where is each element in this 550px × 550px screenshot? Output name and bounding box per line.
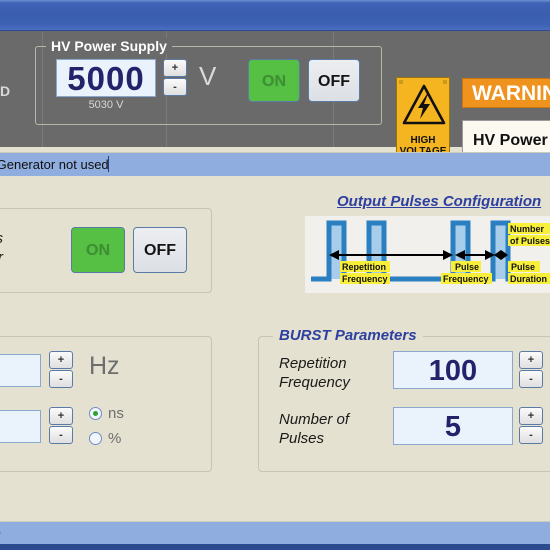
annot-number-of-pulses-l2: of Pulses xyxy=(510,236,550,246)
annot-pulse-frequency-l1: Pulse xyxy=(455,262,479,272)
annot-repetition-frequency-l1: Repetition xyxy=(342,262,386,272)
annot-repetition-frequency-l2: Frequency xyxy=(342,274,388,284)
header-partial-left-label: D xyxy=(0,83,11,99)
warning-banner: WARNING xyxy=(462,78,550,108)
pulses-generator-off-button[interactable]: OFF xyxy=(133,227,187,273)
output-pulses-waveform-diagram: Repetition Frequency Pulse Frequency Num… xyxy=(305,216,550,293)
hv-power-on-button[interactable]: ON xyxy=(248,59,300,102)
pulse-duration-decrement-button[interactable]: - xyxy=(49,426,73,444)
output-pulses-configuration-title: Output Pulses Configuration xyxy=(337,193,542,210)
pulse-frequency-unit-label: Hz xyxy=(89,352,120,380)
pulse-duration-unit-percent-radio[interactable]: % xyxy=(89,430,121,447)
window-bottom-edge xyxy=(0,544,550,550)
pulse-frequency-group: 1000 + - Hz 1000 + - ns % xyxy=(0,336,212,472)
pulse-waveform-svg: Repetition Frequency Pulse Frequency Num… xyxy=(311,220,550,284)
status-strip: Pulses Generator not used xyxy=(0,152,550,177)
pulse-duration-increment-button[interactable]: + xyxy=(49,407,73,425)
pulses-generator-group: Pulses Generator ON OFF xyxy=(0,208,212,293)
burst-number-of-pulses-label-l2: Pulses xyxy=(279,430,325,447)
burst-number-of-pulses-field[interactable]: 5 xyxy=(393,407,513,445)
pulse-frequency-increment-button[interactable]: + xyxy=(49,351,73,369)
burst-repetition-frequency-field[interactable]: 100 xyxy=(393,351,513,389)
radio-selected-icon xyxy=(89,407,102,420)
burst-number-of-pulses-decrement-button[interactable]: - xyxy=(519,426,543,444)
annot-pulse-duration-l2: Duration xyxy=(510,274,547,284)
pulse-duration-field[interactable]: 1000 xyxy=(0,410,41,443)
pulse-frequency-decrement-button[interactable]: - xyxy=(49,370,73,388)
burst-repetition-frequency-label: Repetition Frequency xyxy=(279,354,350,392)
repetition-frequency-arrow xyxy=(329,250,453,260)
high-voltage-warning-sign: HIGH VOLTAGE xyxy=(396,77,450,163)
burst-repetition-frequency-increment-button[interactable]: + xyxy=(519,351,543,369)
status-caret xyxy=(108,156,109,172)
annot-number-of-pulses-l1: Number xyxy=(510,224,545,234)
annot-pulse-frequency-l2: Frequency xyxy=(443,274,489,284)
window-title-bar[interactable] xyxy=(0,0,550,31)
high-voltage-bolt-icon xyxy=(402,84,446,125)
hv-voltage-setpoint-field[interactable]: 5000 xyxy=(56,59,156,97)
hv-header-panel: D HV Power Supply 5000 5030 V + - V ON O… xyxy=(0,31,550,163)
burst-repetition-frequency-label-l2: Frequency xyxy=(279,374,350,391)
pulses-generator-label-line1: Pulses xyxy=(0,229,3,248)
burst-repetition-frequency-decrement-button[interactable]: - xyxy=(519,370,543,388)
pulses-generator-on-button[interactable]: ON xyxy=(71,227,125,273)
hv-voltage-decrement-button[interactable]: - xyxy=(163,78,187,96)
pulse-duration-unit-ns-radio[interactable]: ns xyxy=(89,405,124,422)
hv-voltage-increment-button[interactable]: + xyxy=(163,59,187,77)
pulse-duration-unit-percent-label: % xyxy=(108,430,122,447)
burst-number-of-pulses-label-l1: Number of xyxy=(279,411,350,428)
sign-line-1: HIGH xyxy=(410,135,436,146)
hv-voltage-readback-label: 5030 V xyxy=(88,99,124,111)
pulses-generator-label: Pulses Generator xyxy=(0,229,3,267)
burst-parameters-title: BURST Parameters xyxy=(273,327,423,344)
radio-unselected-icon xyxy=(89,432,102,445)
annot-pulse-duration-l1: Pulse xyxy=(511,262,535,272)
hv-power-off-button[interactable]: OFF xyxy=(308,59,360,102)
main-content: Pulses Generator ON OFF 1000 + - Hz 1000… xyxy=(0,176,550,521)
bottom-status-bar: 1.0 xyxy=(0,521,550,545)
version-label: 1.0 xyxy=(0,526,1,540)
hv-power-supply-group: HV Power Supply 5000 5030 V + - V ON OFF xyxy=(35,38,382,125)
pulse-duration-unit-ns-label: ns xyxy=(108,405,124,422)
burst-repetition-frequency-label-l1: Repetition xyxy=(279,355,347,372)
status-message: Pulses Generator not used xyxy=(0,157,109,172)
burst-parameters-group: BURST Parameters Repetition Frequency 10… xyxy=(258,327,550,472)
pulse-frequency-field[interactable]: 1000 xyxy=(0,354,41,387)
hv-voltage-unit-label: V xyxy=(199,61,217,91)
burst-number-of-pulses-increment-button[interactable]: + xyxy=(519,407,543,425)
hv-power-supply-group-title: HV Power Supply xyxy=(46,38,172,54)
pulses-generator-label-line2: Generator xyxy=(0,248,3,267)
burst-number-of-pulses-label: Number of Pulses xyxy=(279,410,349,448)
